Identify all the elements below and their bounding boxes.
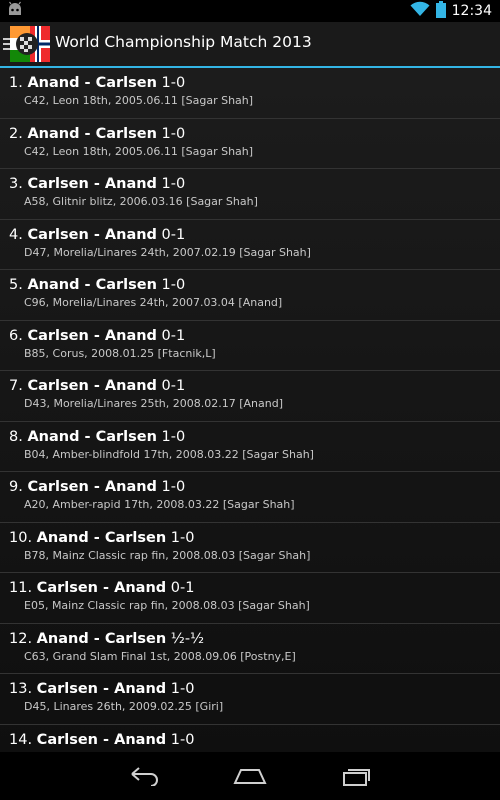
- list-item-game-4[interactable]: 4. Carlsen - Anand 0-1 D47, Morelia/Lina…: [0, 220, 500, 270]
- page-title: World Championship Match 2013: [55, 33, 312, 51]
- game-result: ½-½: [170, 630, 205, 647]
- game-players: Carlsen - Anand: [36, 731, 167, 748]
- game-details: C63, Grand Slam Final 1st, 2008.09.06 [P…: [24, 649, 296, 663]
- game-players: Carlsen - Anand: [27, 378, 157, 394]
- game-result: 1-0: [161, 75, 186, 91]
- game-number: 5.: [9, 277, 23, 293]
- game-number: 1.: [9, 75, 23, 91]
- game-result: 1-0: [161, 428, 186, 445]
- list-item-game-11[interactable]: 11. Carlsen - Anand 0-1 E05, Mainz Class…: [0, 573, 500, 624]
- games-list[interactable]: 1. Anand - Carlsen 1-0 C42, Leon 18th, 2…: [0, 68, 500, 752]
- game-details: E05, Mainz Classic rap fin, 2008.08.03 […: [24, 599, 310, 612]
- game-number: 6.: [9, 327, 23, 344]
- list-item-game-8[interactable]: 8. Anand - Carlsen 1-0 B04, Amber-blindf…: [0, 422, 500, 472]
- game-details: B04, Amber-blindfold 17th, 2008.03.22 [S…: [24, 447, 314, 461]
- game-result: 1-0: [161, 277, 186, 293]
- game-players: Anand - Carlsen: [27, 428, 157, 445]
- home-button[interactable]: [230, 762, 270, 790]
- list-item-game-9[interactable]: 9. Carlsen - Anand 1-0 A20, Amber-rapid …: [0, 472, 500, 523]
- game-result: 0-1: [161, 226, 186, 243]
- game-result: 1-0: [170, 731, 195, 748]
- android-notification-icon: [6, 1, 24, 21]
- game-number: 11.: [9, 580, 33, 596]
- game-number: 9.: [9, 479, 23, 495]
- home-icon: [233, 769, 267, 784]
- game-details: A58, Glitnir blitz, 2006.03.16 [Sagar Sh…: [24, 195, 258, 208]
- game-details: D43, Morelia/Linares 25th, 2008.02.17 [A…: [24, 397, 283, 410]
- game-number: 3.: [9, 176, 23, 192]
- clock: 12:34: [451, 3, 492, 19]
- list-item-game-6[interactable]: 6. Carlsen - Anand 0-1 B85, Corus, 2008.…: [0, 321, 500, 371]
- game-players: Carlsen - Anand: [27, 176, 157, 192]
- navigation-bar: [0, 752, 500, 800]
- game-details: D45, Linares 26th, 2009.02.25 [Giri]: [24, 700, 224, 713]
- game-players: Carlsen - Anand: [27, 226, 157, 243]
- list-item-game-13[interactable]: 13. Carlsen - Anand 1-0 D45, Linares 26t…: [0, 674, 500, 725]
- game-details: B85, Corus, 2008.01.25 [Ftacnik,L]: [24, 346, 216, 360]
- game-players: Anand - Carlsen: [27, 277, 157, 293]
- game-details: D47, Morelia/Linares 24th, 2007.02.19 [S…: [24, 245, 311, 259]
- app-home-button[interactable]: [3, 24, 51, 64]
- list-item-game-2[interactable]: 2. Anand - Carlsen 1-0 C42, Leon 18th, 2…: [0, 119, 500, 169]
- game-result: 1-0: [170, 529, 195, 546]
- game-result: 1-0: [161, 479, 186, 495]
- game-number: 2.: [9, 125, 23, 142]
- game-players: Carlsen - Anand: [27, 479, 157, 495]
- back-button[interactable]: [124, 762, 164, 790]
- game-players: Carlsen - Anand: [36, 580, 167, 596]
- game-result: 0-1: [170, 580, 195, 596]
- list-item-game-5[interactable]: 5. Anand - Carlsen 1-0 C96, Morelia/Lina…: [0, 270, 500, 321]
- game-players: Anand - Carlsen: [36, 529, 167, 546]
- game-number: 10.: [9, 529, 33, 546]
- wifi-icon: [410, 1, 430, 21]
- list-item-game-7[interactable]: 7. Carlsen - Anand 0-1 D43, Morelia/Lina…: [0, 371, 500, 422]
- game-result: 1-0: [161, 125, 186, 142]
- status-bar: 12:34: [0, 0, 500, 22]
- game-number: 8.: [9, 428, 23, 445]
- game-result: 0-1: [161, 378, 186, 394]
- game-result: 0-1: [161, 327, 186, 344]
- recent-apps-icon: [343, 769, 370, 786]
- game-result: 1-0: [170, 681, 195, 697]
- back-icon: [131, 767, 158, 786]
- chess-flags-app-icon: [3, 26, 50, 62]
- game-details: A20, Amber-rapid 17th, 2008.03.22 [Sagar…: [24, 498, 295, 511]
- game-players: Carlsen - Anand: [27, 327, 157, 344]
- list-item-game-3[interactable]: 3. Carlsen - Anand 1-0 A58, Glitnir blit…: [0, 169, 500, 220]
- battery-icon: [435, 0, 446, 22]
- game-players: Anand - Carlsen: [36, 630, 167, 647]
- game-result: 1-0: [161, 176, 186, 192]
- list-item-game-10[interactable]: 10. Anand - Carlsen 1-0 B78, Mainz Class…: [0, 523, 500, 573]
- game-players: Anand - Carlsen: [27, 125, 157, 142]
- game-details: C42, Leon 18th, 2005.06.11 [Sagar Shah]: [24, 94, 254, 107]
- game-details: C96, Morelia/Linares 24th, 2007.03.04 [A…: [24, 296, 283, 309]
- game-details: B78, Mainz Classic rap fin, 2008.08.03 […: [24, 548, 311, 562]
- game-number: 14.: [9, 731, 33, 748]
- action-bar: World Championship Match 2013: [0, 22, 500, 66]
- list-item-game-14[interactable]: 14. Carlsen - Anand 1-0: [0, 725, 500, 753]
- game-details: C42, Leon 18th, 2005.06.11 [Sagar Shah]: [24, 144, 254, 158]
- game-number: 12.: [9, 630, 33, 647]
- game-number: 4.: [9, 226, 23, 243]
- game-players: Carlsen - Anand: [36, 681, 167, 697]
- game-number: 7.: [9, 378, 23, 394]
- list-item-game-1[interactable]: 1. Anand - Carlsen 1-0 C42, Leon 18th, 2…: [0, 68, 500, 119]
- list-item-game-12[interactable]: 12. Anand - Carlsen ½-½ C63, Grand Slam …: [0, 624, 500, 674]
- game-number: 13.: [9, 681, 33, 697]
- recent-apps-button[interactable]: [337, 762, 377, 790]
- game-players: Anand - Carlsen: [27, 75, 157, 91]
